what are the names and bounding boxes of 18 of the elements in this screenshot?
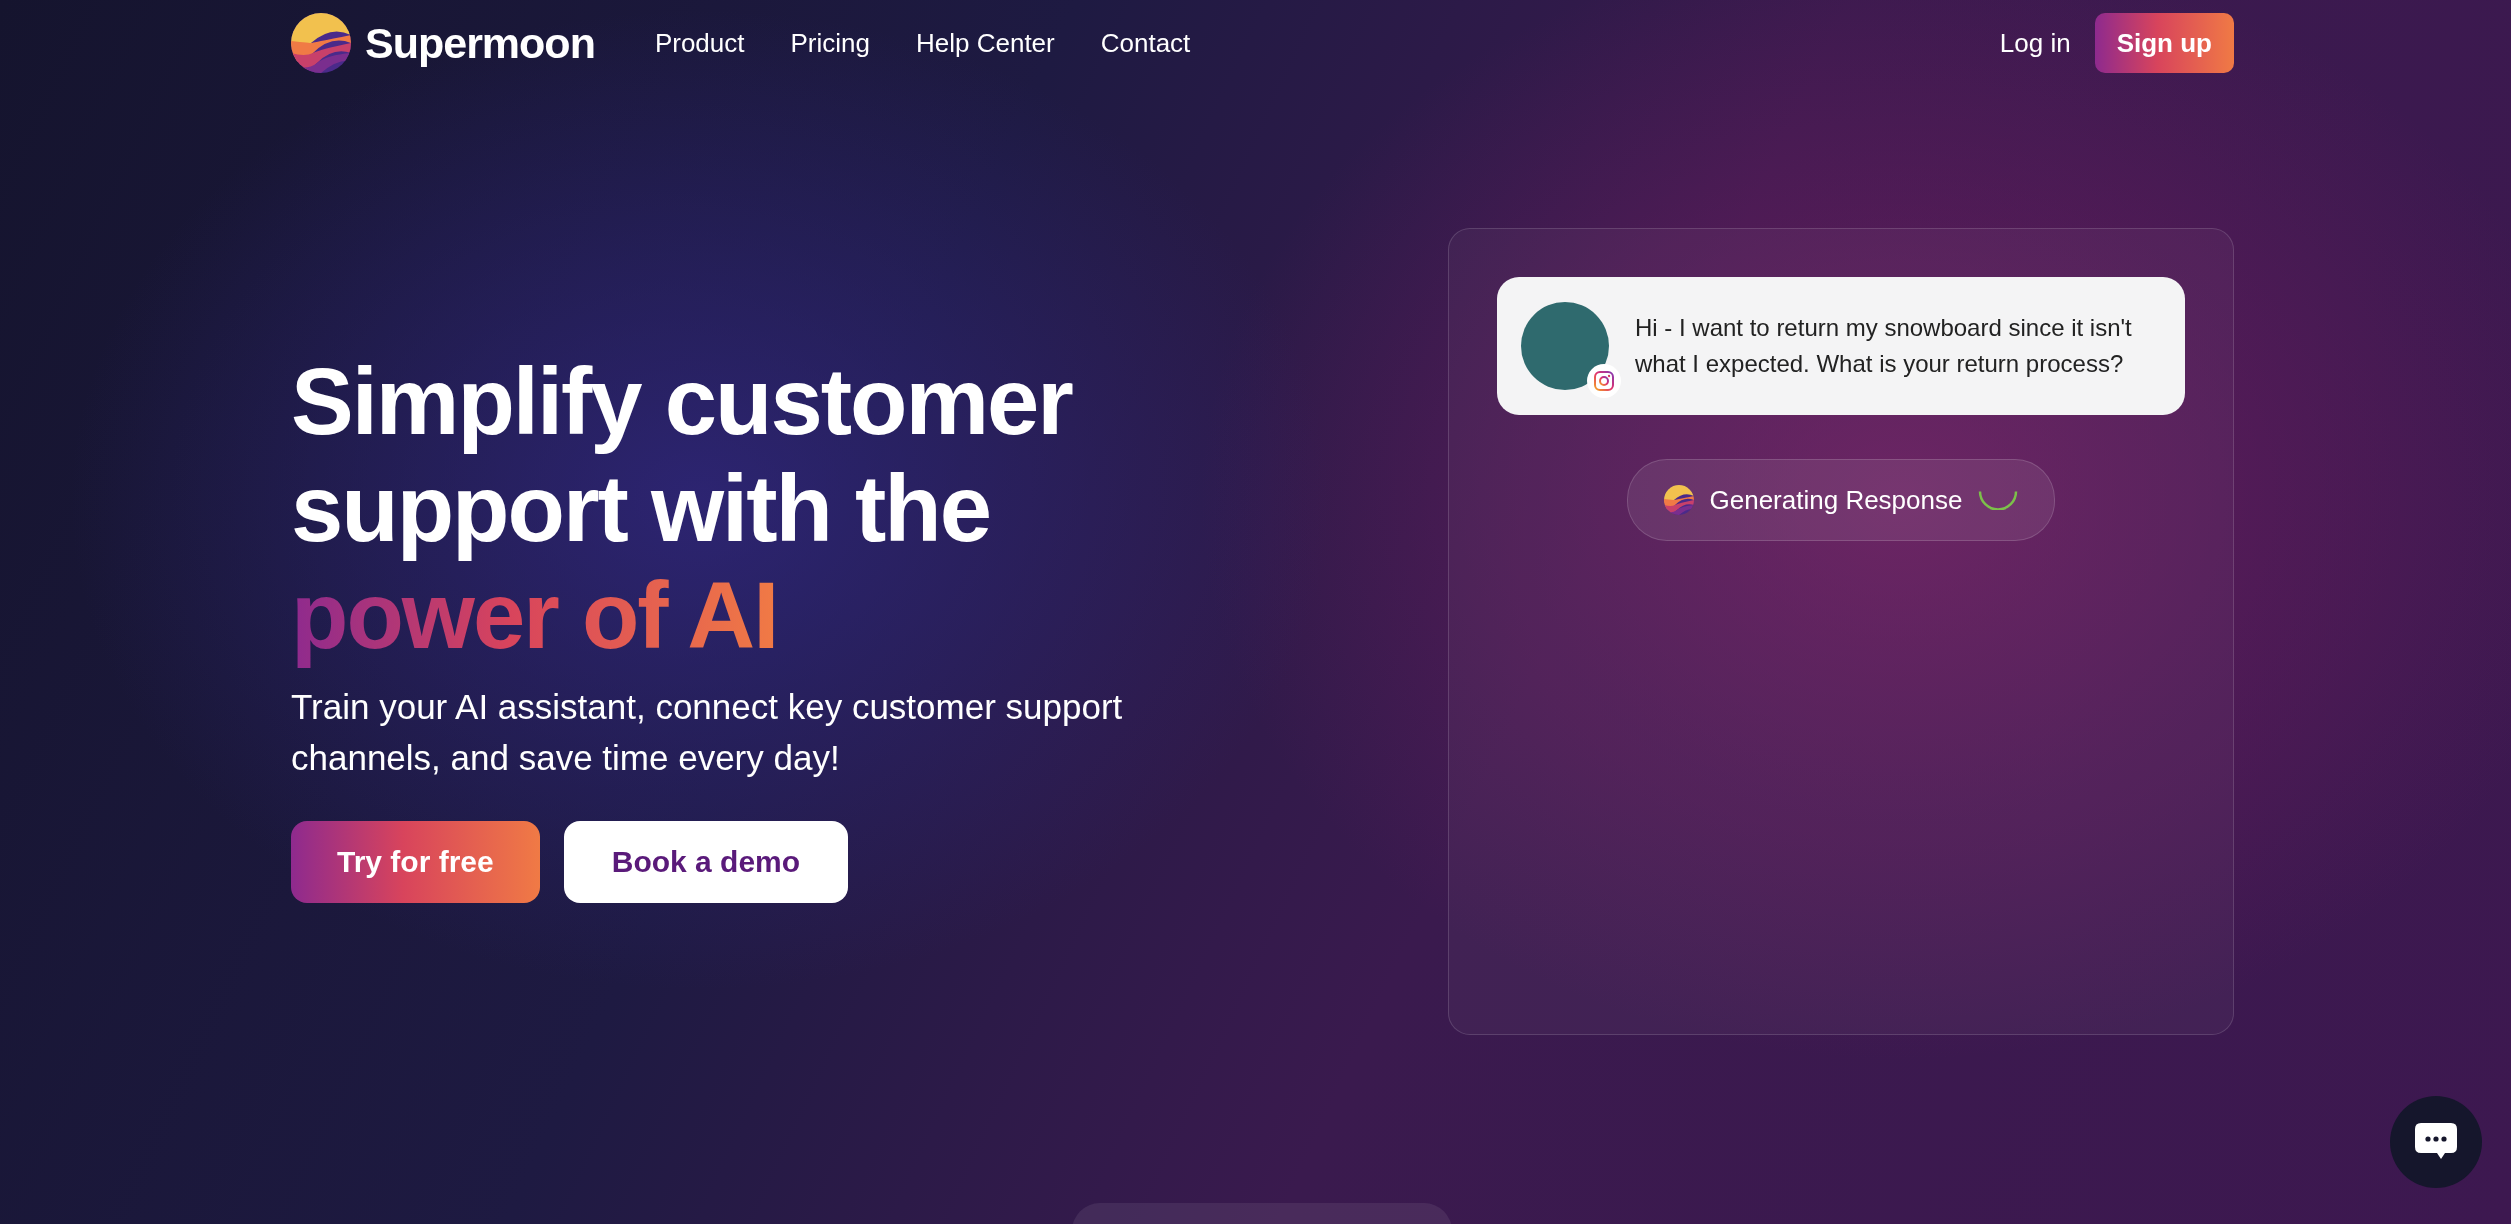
hero-heading: Simplify customer support with the power of AI — [291, 348, 1074, 669]
status-text: Generating Response — [1709, 484, 1963, 516]
hero-subtitle: Train your AI assistant, connect key customer support channels, and save time every day! — [291, 686, 1124, 779]
loading-spinner-icon — [1978, 490, 2019, 510]
login-link[interactable]: Log in — [1999, 27, 2071, 59]
logo-icon — [1663, 485, 1694, 515]
logo-icon — [291, 13, 351, 73]
chat-bubble-icon — [2415, 1123, 2457, 1161]
message-text: Hi - I want to return my snowboard since it isn't what I expected. What is your return process? — [1635, 313, 2133, 379]
nav-link[interactable]: Pricing — [790, 27, 870, 59]
brand-name: Supermoon — [365, 18, 595, 68]
nav-link[interactable]: Product — [654, 27, 745, 59]
nav-link[interactable]: Contact — [1100, 27, 1191, 59]
nav-link[interactable]: Help Center — [916, 27, 1055, 59]
signup-button[interactable]: Sign up — [2094, 13, 2234, 73]
try-free-button[interactable]: Try for free — [291, 821, 540, 903]
camera-app-icon — [1587, 364, 1621, 398]
book-demo-button[interactable]: Book a demo — [563, 821, 849, 903]
